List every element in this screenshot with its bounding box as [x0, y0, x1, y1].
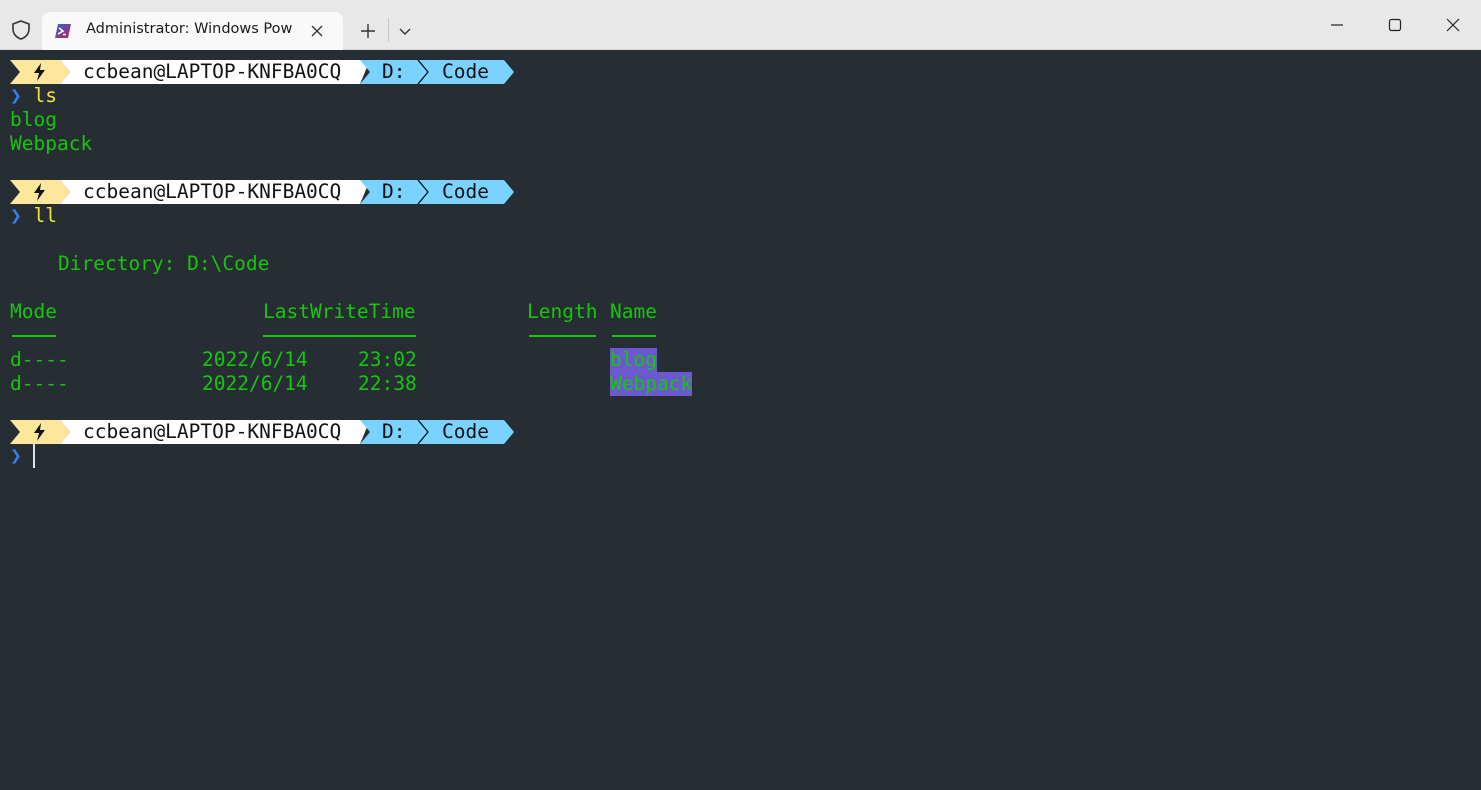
prompt-drive: D: [382, 60, 406, 83]
command-line: ❯ ls [10, 84, 57, 108]
prompt-dir: Code [442, 180, 489, 203]
prompt-dir: Code [442, 60, 489, 83]
row-date: 2022/6/14 [202, 372, 308, 395]
lightning-icon [34, 423, 45, 441]
window-close-icon [1446, 18, 1460, 32]
output-line: Webpack [10, 132, 93, 155]
powershell-icon [55, 24, 71, 38]
prompt-dir: Code [442, 420, 489, 443]
row-date: 2022/6/14 [202, 348, 308, 371]
text-cursor [33, 444, 35, 468]
prompt-chevron: ❯ [10, 204, 22, 227]
prompt-segment: ccbean@LAPTOP-KNFBA0CQ D: Code [10, 60, 514, 84]
row-time: 23:02 [358, 348, 417, 371]
chevron-down-icon[interactable] [396, 22, 414, 40]
header-underline [612, 335, 656, 337]
prompt-chevron: ❯ [10, 84, 22, 107]
lightning-icon [34, 183, 45, 201]
header-name: Name [610, 300, 657, 323]
row-mode: d---- [10, 348, 69, 371]
window-close-button[interactable] [1424, 0, 1481, 50]
command-line: ❯ ll [10, 204, 57, 228]
prompt-chevron: ❯ [10, 444, 22, 467]
close-icon[interactable] [308, 22, 326, 40]
command-text: ls [33, 84, 57, 107]
prompt-segment: ccbean@LAPTOP-KNFBA0CQ D: Code [10, 420, 514, 444]
tab-title: Administrator: Windows PowerShell [86, 21, 292, 37]
header-underline [12, 335, 56, 337]
row-time: 22:38 [358, 372, 417, 395]
prompt-segment: ccbean@LAPTOP-KNFBA0CQ D: Code [10, 180, 514, 204]
shield-icon [12, 20, 30, 40]
minimize-button[interactable] [1308, 0, 1366, 50]
terminal-area[interactable]: ccbean@LAPTOP-KNFBA0CQ D: Code ❯ ls blog… [0, 51, 1481, 790]
maximize-button[interactable] [1366, 0, 1424, 50]
header-underline [263, 335, 416, 337]
output-line: blog [10, 108, 57, 131]
header-underline [529, 335, 596, 337]
prompt-user-host: ccbean@LAPTOP-KNFBA0CQ [83, 180, 342, 203]
tab-separator [388, 18, 389, 42]
header-mode: Mode [10, 300, 57, 323]
row-mode: d---- [10, 372, 69, 395]
prompt-drive: D: [382, 180, 406, 203]
directory-line: Directory: D:\Code [58, 252, 270, 275]
lightning-icon [34, 63, 45, 81]
plus-icon[interactable] [356, 19, 380, 43]
row-name[interactable]: blog [610, 348, 657, 372]
input-line[interactable]: ❯ [10, 444, 22, 468]
header-length: Length [527, 300, 598, 323]
header-lastwritetime: LastWriteTime [263, 300, 416, 323]
prompt-user-host: ccbean@LAPTOP-KNFBA0CQ [83, 420, 342, 443]
minimize-icon [1331, 24, 1343, 26]
maximize-icon [1388, 18, 1402, 32]
title-bar: Administrator: Windows PowerShell [0, 0, 1481, 50]
prompt-drive: D: [382, 420, 406, 443]
tab-powershell[interactable]: Administrator: Windows PowerShell [42, 12, 343, 50]
row-name[interactable]: Webpack [610, 372, 693, 396]
prompt-user-host: ccbean@LAPTOP-KNFBA0CQ [83, 60, 342, 83]
command-text: ll [33, 204, 57, 227]
